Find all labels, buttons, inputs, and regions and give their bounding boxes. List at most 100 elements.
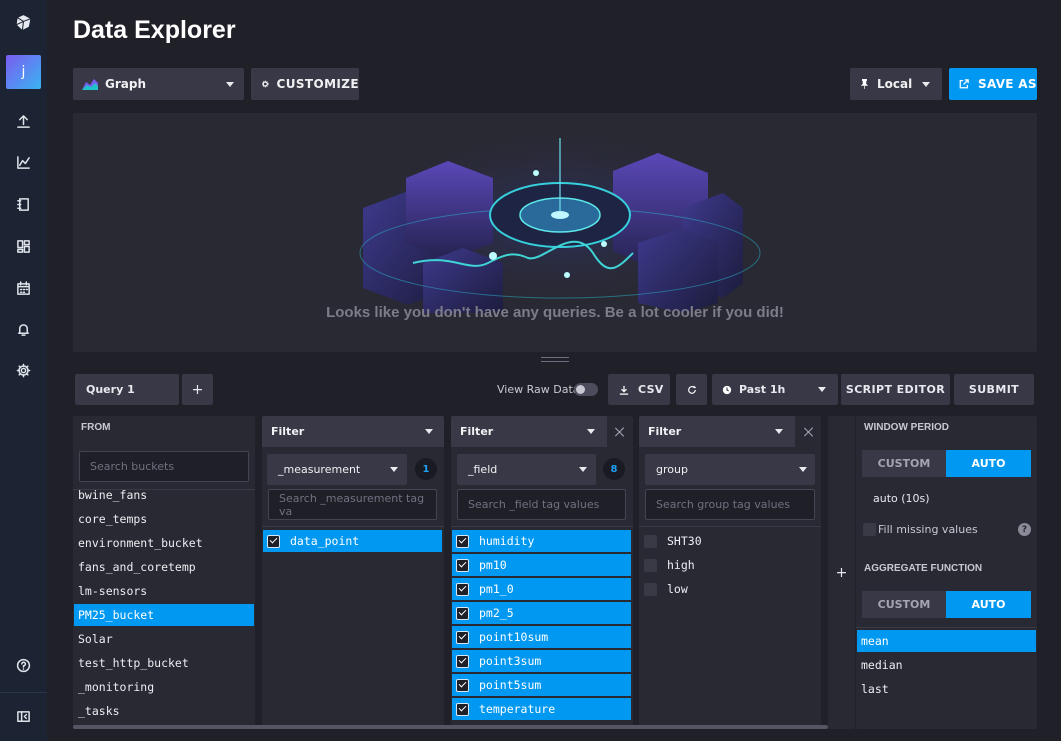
script-editor-button[interactable]: SCRIPT EDITOR bbox=[841, 374, 950, 405]
view-raw-data-toggle[interactable] bbox=[574, 383, 598, 396]
script-editor-label: SCRIPT EDITOR bbox=[845, 383, 946, 396]
group-value-item[interactable]: SHT30 bbox=[640, 530, 819, 552]
bucket-item[interactable]: _tasks bbox=[74, 700, 254, 722]
external-link-icon bbox=[959, 79, 969, 89]
help-icon[interactable]: ? bbox=[1018, 523, 1031, 536]
checkbox[interactable] bbox=[456, 534, 469, 548]
customize-button[interactable]: CUSTOMIZE bbox=[251, 68, 359, 100]
field-value-item[interactable]: pm2_5 bbox=[452, 602, 631, 624]
checkbox[interactable] bbox=[644, 558, 657, 572]
checkbox[interactable] bbox=[456, 558, 469, 572]
window-auto-button[interactable]: AUTO bbox=[946, 450, 1031, 477]
avatar[interactable]: j bbox=[6, 55, 41, 89]
field-value-item[interactable]: pm1_0 bbox=[452, 578, 631, 600]
view-type-dropdown[interactable]: Graph bbox=[73, 68, 244, 100]
checkbox[interactable] bbox=[644, 582, 657, 596]
timezone-dropdown[interactable]: Local bbox=[850, 68, 942, 100]
filter-type-dropdown[interactable]: Filter bbox=[639, 416, 795, 447]
checkbox[interactable] bbox=[644, 534, 657, 548]
gear-icon[interactable] bbox=[0, 355, 47, 385]
aggregate-function-item[interactable]: median bbox=[857, 654, 1036, 676]
measurement-filter-panel: Filter _measurement 1 Search _measuremen… bbox=[262, 416, 444, 729]
field-value-item-label: pm10 bbox=[479, 558, 507, 572]
group-value-item-label: high bbox=[667, 558, 695, 572]
tab-query-1[interactable]: Query 1 bbox=[75, 374, 179, 405]
resize-handle[interactable] bbox=[541, 357, 569, 365]
bucket-item[interactable]: fans_and_coretemp bbox=[74, 556, 254, 578]
bucket-item[interactable]: lm-sensors bbox=[74, 580, 254, 602]
window-period-label: WINDOW PERIOD bbox=[864, 422, 949, 433]
checkbox[interactable] bbox=[456, 678, 469, 692]
bucket-search-input[interactable]: Search buckets bbox=[79, 451, 249, 482]
dashboards-icon[interactable] bbox=[0, 231, 47, 261]
field-value-item[interactable]: temperature bbox=[452, 698, 631, 720]
measurement-key-dropdown[interactable]: _measurement bbox=[267, 454, 407, 485]
chevron-down-icon bbox=[579, 467, 587, 472]
field-value-item[interactable]: point10sum bbox=[452, 626, 631, 648]
filter-type-dropdown[interactable]: Filter bbox=[262, 416, 444, 447]
close-icon[interactable] bbox=[803, 426, 815, 438]
notebook-icon[interactable] bbox=[0, 189, 47, 219]
bucket-item[interactable]: environment_bucket bbox=[74, 532, 254, 554]
checkbox[interactable] bbox=[456, 582, 469, 596]
filter-header-label: Filter bbox=[271, 425, 305, 438]
measurement-search-placeholder: Search _measurement tag va bbox=[279, 491, 425, 518]
bucket-item[interactable]: test_http_bucket bbox=[74, 652, 254, 674]
refresh-button[interactable] bbox=[676, 374, 707, 405]
add-filter-button[interactable]: + bbox=[828, 416, 855, 729]
field-value-item[interactable]: point5sum bbox=[452, 674, 631, 696]
field-value-item-label: pm2_5 bbox=[479, 606, 514, 620]
fill-missing-checkbox[interactable] bbox=[863, 523, 876, 536]
checkbox[interactable] bbox=[456, 654, 469, 668]
checkbox[interactable] bbox=[456, 630, 469, 644]
calendar-icon[interactable] bbox=[0, 273, 47, 303]
time-range-dropdown[interactable]: Past 1h bbox=[712, 374, 838, 405]
group-key-dropdown[interactable]: group bbox=[645, 454, 815, 485]
graph-icon[interactable] bbox=[0, 147, 47, 177]
field-value-item-label: temperature bbox=[479, 702, 556, 716]
bucket-item[interactable]: PM25_bucket bbox=[74, 604, 254, 626]
checkbox[interactable] bbox=[456, 702, 469, 716]
graph-type-icon bbox=[82, 79, 98, 90]
refresh-icon bbox=[687, 385, 696, 394]
add-query-button[interactable]: + bbox=[182, 374, 213, 405]
bucket-item-label: Solar bbox=[78, 632, 113, 646]
plus-icon: + bbox=[191, 381, 204, 398]
collapse-nav-icon[interactable] bbox=[0, 701, 47, 731]
aggregate-function-item[interactable]: last bbox=[857, 678, 1036, 700]
window-custom-button[interactable]: CUSTOM bbox=[862, 450, 946, 477]
checkbox[interactable] bbox=[456, 606, 469, 620]
plus-icon: + bbox=[835, 564, 848, 581]
aggregate-function-item[interactable]: mean bbox=[857, 630, 1036, 652]
function-custom-button[interactable]: CUSTOM bbox=[862, 591, 946, 618]
close-icon[interactable] bbox=[614, 426, 626, 438]
group-value-item[interactable]: high bbox=[640, 554, 819, 576]
bell-icon[interactable] bbox=[0, 314, 47, 344]
group-search-input[interactable]: Search group tag values bbox=[645, 489, 815, 520]
bucket-item[interactable]: bwine_fans bbox=[74, 484, 254, 506]
measurement-value-item[interactable]: data_point bbox=[263, 530, 442, 552]
left-nav: j bbox=[0, 0, 47, 741]
field-search-input[interactable]: Search _field tag values bbox=[457, 489, 626, 520]
group-value-item[interactable]: low bbox=[640, 578, 819, 600]
aggregate-function-item-label: mean bbox=[861, 634, 889, 648]
bucket-item[interactable]: _monitoring bbox=[74, 676, 254, 698]
bucket-item[interactable]: Solar bbox=[74, 628, 254, 650]
field-value-item[interactable]: point3sum bbox=[452, 650, 631, 672]
filter-type-dropdown[interactable]: Filter bbox=[451, 416, 607, 447]
csv-download-button[interactable]: CSV bbox=[608, 374, 670, 405]
submit-button[interactable]: SUBMIT bbox=[954, 374, 1034, 405]
save-as-button[interactable]: SAVE AS bbox=[949, 68, 1037, 100]
field-value-item[interactable]: humidity bbox=[452, 530, 631, 552]
field-value-item[interactable]: pm10 bbox=[452, 554, 631, 576]
help-icon[interactable] bbox=[0, 650, 47, 680]
horizontal-scrollbar[interactable] bbox=[73, 725, 828, 729]
field-key-dropdown[interactable]: _field bbox=[457, 454, 596, 485]
function-auto-button[interactable]: AUTO bbox=[946, 591, 1031, 618]
measurement-search-input[interactable]: Search _measurement tag va bbox=[268, 489, 437, 520]
influx-logo-icon[interactable] bbox=[0, 7, 47, 37]
fill-missing-label: Fill missing values bbox=[878, 523, 978, 536]
upload-icon[interactable] bbox=[0, 106, 47, 136]
checkbox[interactable] bbox=[267, 534, 280, 548]
bucket-item[interactable]: core_temps bbox=[74, 508, 254, 530]
